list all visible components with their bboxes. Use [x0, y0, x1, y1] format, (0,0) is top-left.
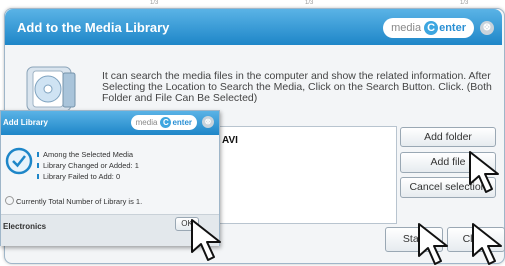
top-strip: 1/3 1/3 1/3: [0, 0, 505, 6]
hand-cursor-icon: [472, 223, 502, 265]
footer-label: Electronics: [3, 222, 47, 231]
hand-cursor-icon: [469, 151, 499, 193]
ruler-tick: 1/3: [150, 0, 159, 6]
radio-icon: [5, 196, 14, 205]
description-text: It can search the media files in the com…: [102, 70, 492, 104]
close-icon[interactable]: ⊗: [480, 21, 494, 35]
popup-footer: Electronics OK: [1, 214, 219, 246]
summary-line: Among the Selected Media: [37, 149, 139, 160]
result-summary: Among the Selected Media Library Changed…: [37, 149, 139, 182]
ruler-tick: 1/3: [460, 0, 469, 6]
close-icon[interactable]: ⊗: [202, 116, 214, 128]
media-library-icon: [26, 66, 76, 112]
add-library-popup: Add Library media C enter ⊗ Among the Se…: [0, 110, 220, 246]
list-item[interactable]: AVI: [222, 135, 238, 146]
media-center-logo: media C enter: [383, 18, 474, 38]
summary-line: Library Failed to Add: 0: [37, 171, 139, 182]
selected-media-list[interactable]: AVI: [215, 126, 397, 224]
total-library-status: Currently Total Number of Library is 1.: [5, 196, 142, 206]
checkmark-circle-icon: [5, 147, 33, 175]
hand-cursor-icon: [418, 223, 448, 265]
popup-title-bar: Add Library media C enter ⊗: [1, 111, 219, 135]
add-folder-button[interactable]: Add folder: [400, 127, 496, 147]
media-center-logo: media C enter: [130, 115, 197, 130]
summary-line: Library Changed or Added: 1: [37, 160, 139, 171]
popup-title: Add Library: [3, 118, 48, 127]
hand-cursor-icon: [191, 219, 221, 261]
ruler-tick: 1/3: [305, 0, 314, 6]
dialog-title-bar: Add to the Media Library media C enter ⊗: [5, 9, 502, 45]
dialog-title: Add to the Media Library: [17, 20, 170, 35]
